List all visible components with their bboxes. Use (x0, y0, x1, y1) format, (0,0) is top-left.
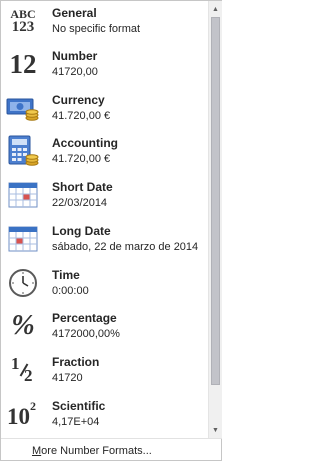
icon-123-text: 123 (11, 18, 35, 35)
format-example: No specific format (52, 23, 141, 35)
fraction-icon: 1 2 (5, 354, 41, 386)
icon-percent-text: % (11, 310, 35, 341)
scroll-up-arrow-icon[interactable]: ▲ (209, 2, 222, 16)
more-number-formats-link[interactable]: More Number Formats... (32, 445, 152, 457)
scrollbar-thumb[interactable] (211, 17, 220, 385)
format-item-long-date[interactable]: Long Date sábado, 22 de marzo de 2014 (1, 219, 208, 259)
format-name: Number (52, 49, 98, 63)
more-label-accesskey: M (32, 445, 42, 457)
format-item-number[interactable]: 12 Number 41720,00 (1, 44, 208, 84)
format-example: 0:00:00 (52, 285, 89, 297)
format-name: Scientific (52, 399, 106, 413)
vertical-scrollbar[interactable]: ▲ ▼ (208, 1, 222, 438)
percent-icon: % (5, 310, 41, 342)
icon-sci-exponent: 2 (30, 399, 36, 413)
format-list: ABC 123 General No specific format 12 Nu… (1, 1, 208, 438)
clock-icon (5, 267, 41, 299)
icon-fraction-denominator: 2 (24, 366, 33, 385)
icon-abc-text: ABC (10, 6, 36, 21)
format-name: Short Date (52, 180, 113, 194)
format-example: 4172000,00% (52, 328, 120, 340)
format-item-scientific[interactable]: 10 2 Scientific 4,17E+04 (1, 394, 208, 434)
format-name: Fraction (52, 355, 100, 369)
format-name: Long Date (52, 224, 111, 238)
number-format-dropdown: ABC 123 General No specific format 12 Nu… (0, 0, 222, 461)
format-example: 41720,00 (52, 66, 98, 78)
scroll-down-arrow-icon[interactable]: ▼ (209, 423, 222, 437)
dropdown-footer: More Number Formats... (1, 438, 222, 461)
icon-fraction-numerator: 1 (11, 354, 20, 373)
scientific-icon: 10 2 (5, 398, 41, 430)
format-example: 4,17E+04 (52, 416, 100, 428)
format-name: General (52, 6, 97, 20)
format-item-short-date[interactable]: Short Date 22/03/2014 (1, 175, 208, 215)
format-example: 41.720,00 € (52, 153, 111, 165)
currency-icon (5, 92, 41, 124)
format-name: Percentage (52, 311, 117, 325)
format-example: 22/03/2014 (52, 197, 108, 209)
format-item-general[interactable]: ABC 123 General No specific format (1, 1, 208, 41)
format-name: Currency (52, 93, 105, 107)
format-item-accounting[interactable]: Accounting 41.720,00 € (1, 131, 208, 171)
calendar-icon (5, 223, 41, 255)
format-example: 41720 (52, 372, 83, 384)
format-item-fraction[interactable]: 1 2 Fraction 41720 (1, 350, 208, 390)
format-example: 41.720,00 € (52, 110, 111, 122)
format-name: Accounting (52, 136, 118, 150)
general-abc123-icon: ABC 123 (5, 5, 41, 37)
number-12-icon: 12 (5, 48, 41, 80)
format-example: sábado, 22 de marzo de 2014 (52, 241, 199, 253)
accounting-icon (5, 135, 41, 167)
format-name: Time (52, 268, 80, 282)
calendar-icon (5, 179, 41, 211)
format-item-currency[interactable]: Currency 41.720,00 € (1, 88, 208, 128)
format-item-time[interactable]: Time 0:00:00 (1, 263, 208, 303)
format-item-percentage[interactable]: % Percentage 4172000,00% (1, 306, 208, 346)
icon-sci-base: 10 (7, 404, 30, 429)
more-number-formats-label: ore Number Formats... (41, 445, 152, 457)
icon-12-text: 12 (9, 48, 37, 79)
